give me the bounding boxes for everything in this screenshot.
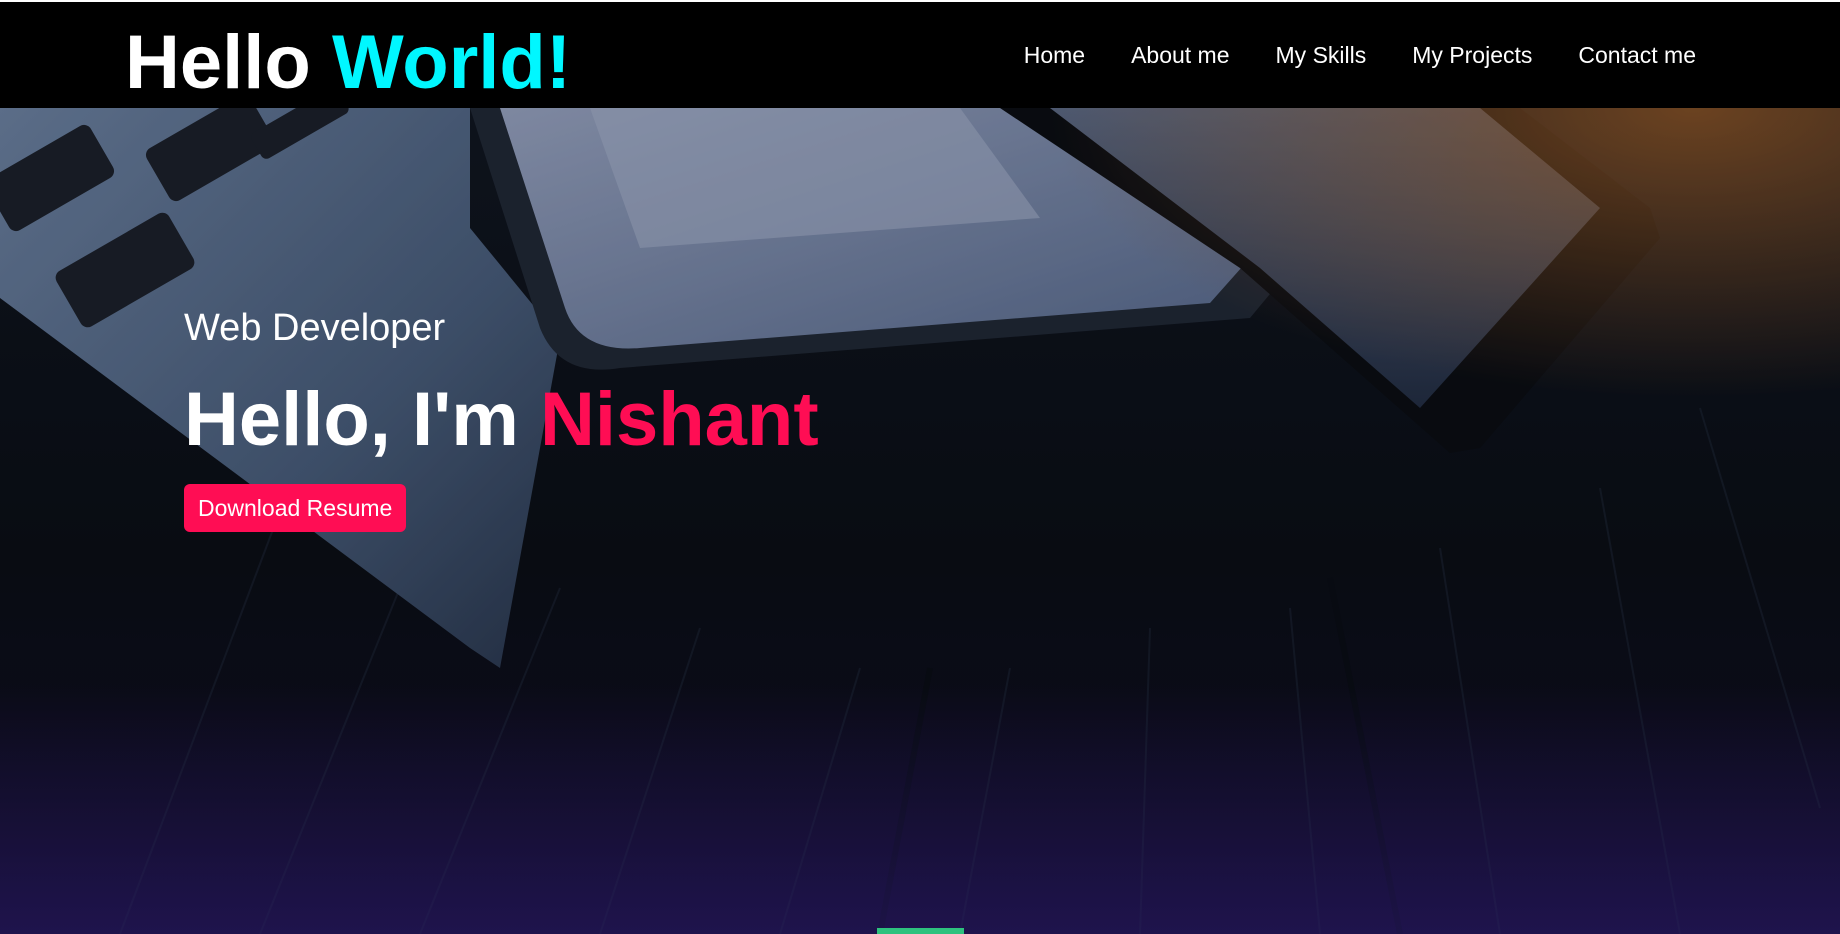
nav-link-projects[interactable]: My Projects (1412, 38, 1532, 72)
hero-section: Web Developer Hello, I'm Nishant Downloa… (0, 108, 1840, 934)
hero-subtitle: Web Developer (184, 307, 446, 349)
nav-link-home[interactable]: Home (1024, 38, 1085, 72)
scroll-indicator (877, 928, 964, 934)
hero-greeting: Hello, I'm (184, 377, 519, 462)
navbar: Hello World! Home About me My Skills My … (0, 2, 1840, 108)
hero-content: Web Developer Hello, I'm Nishant Downloa… (184, 306, 819, 532)
nav-link-skills[interactable]: My Skills (1276, 38, 1367, 72)
nav-link-contact[interactable]: Contact me (1578, 38, 1696, 72)
nav-link-about[interactable]: About me (1131, 38, 1229, 72)
brand-text: Hello (125, 20, 311, 105)
page: Hello World! Home About me My Skills My … (0, 0, 1840, 934)
brand-accent-text: World! (331, 20, 572, 105)
download-resume-button[interactable]: Download Resume (184, 484, 407, 532)
main-nav: Home About me My Skills My Projects Cont… (978, 38, 1696, 72)
hero-name: Nishant (539, 377, 819, 462)
brand-logo[interactable]: Hello World! (125, 20, 571, 106)
hero-headline: Hello, I'm Nishant (184, 378, 819, 462)
